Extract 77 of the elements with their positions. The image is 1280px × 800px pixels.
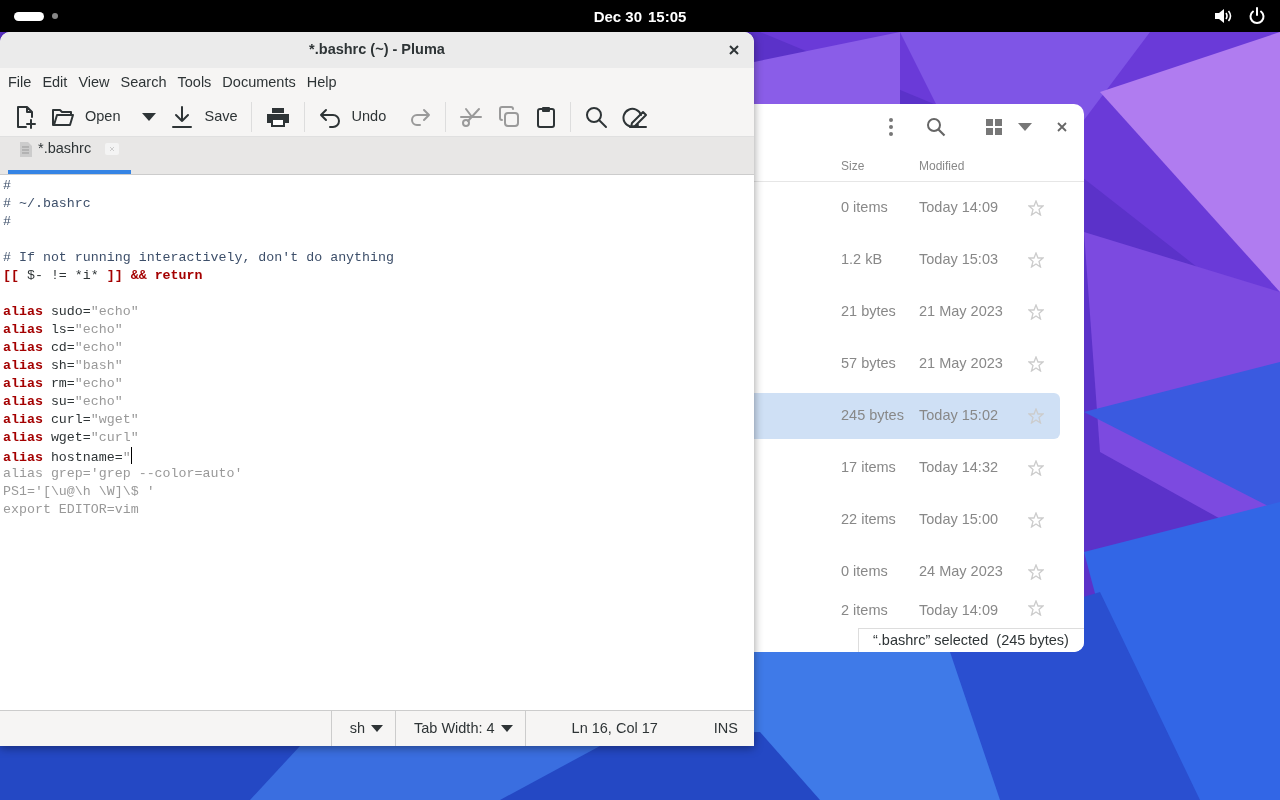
size-text: 17 items: [841, 458, 896, 478]
star-icon[interactable]: [1028, 564, 1044, 580]
code-line: alias curl="wget": [3, 411, 139, 429]
paste-icon: [535, 104, 558, 129]
selection-status: “.bashrc” selected (245 bytes): [858, 628, 1084, 652]
code-line: alias cd="echo": [3, 339, 123, 357]
star-icon[interactable]: [1028, 600, 1044, 616]
clock-text[interactable]: 15:05: [648, 8, 687, 25]
cursor-position: Ln 16, Col 17: [571, 718, 658, 738]
code-line: #: [3, 177, 11, 195]
save-button[interactable]: Save: [163, 100, 245, 133]
code-line: #: [3, 213, 11, 231]
modified-text: Today 15:03: [919, 250, 998, 270]
size-text: 1.2 kB: [841, 250, 883, 270]
size-text: 57 bytes: [841, 354, 896, 374]
tab-width-dropdown[interactable]: Tab Width: 4: [394, 711, 525, 746]
menu-item[interactable]: Tools: [172, 71, 217, 94]
code-line: [[ $- != *i* ]] && return: [3, 267, 203, 285]
column-header[interactable]: Modified: [919, 156, 965, 175]
menu-item[interactable]: Search: [115, 71, 172, 94]
menu-item[interactable]: View: [73, 71, 115, 94]
star-icon[interactable]: [1028, 460, 1044, 476]
size-text: 22 items: [841, 510, 896, 530]
modified-text: 21 May 2023: [919, 302, 1003, 322]
modified-text: Today 15:02: [919, 406, 998, 426]
size-text: 2 items: [841, 601, 888, 620]
code-line: alias hostname=": [3, 447, 132, 465]
modified-text: Today 14:32: [919, 458, 998, 478]
menu-item[interactable]: File: [3, 71, 37, 94]
power-icon[interactable]: [1248, 7, 1266, 25]
code-line: alias sh="bash": [3, 357, 123, 375]
date-text[interactable]: Dec 30: [593, 8, 642, 25]
volume-icon[interactable]: [1214, 8, 1232, 24]
code-line: export EDITOR=vim: [3, 501, 139, 519]
code-line: alias su="echo": [3, 393, 123, 411]
star-icon[interactable]: [1028, 200, 1044, 216]
modified-text: 21 May 2023: [919, 354, 1003, 374]
file-icon: [20, 141, 32, 157]
undo-button[interactable]: Undo: [310, 100, 394, 133]
star-icon[interactable]: [1028, 304, 1044, 320]
dropdown-icon: [142, 112, 157, 121]
code-line: # If not running interactively, don't do anything: [3, 249, 394, 267]
copy-icon: [497, 104, 522, 129]
column-header[interactable]: Size: [841, 156, 865, 175]
window-title: *.bashrc (~) - Pluma: [309, 40, 445, 60]
modified-text: Today 15:00: [919, 510, 998, 530]
star-icon[interactable]: [1028, 512, 1044, 528]
code-line: PS1='[\u@\h \W]\$ ': [3, 483, 155, 501]
code-line: alias sudo="echo": [3, 303, 139, 321]
modified-text: Today 14:09: [919, 601, 998, 620]
modified-text: Today 14:09: [919, 198, 998, 218]
star-icon[interactable]: [1028, 252, 1044, 268]
activities-indicator[interactable]: [14, 11, 44, 21]
insert-mode: INS: [713, 718, 738, 738]
search-icon: [584, 104, 609, 129]
save-icon: [170, 104, 195, 129]
star-icon[interactable]: [1028, 408, 1044, 424]
menu-item[interactable]: Documents: [217, 71, 301, 94]
close-icon: [1056, 121, 1068, 133]
code-line: # ~/.bashrc: [3, 195, 91, 213]
close-icon: [728, 44, 740, 56]
code-line: alias ls="echo": [3, 321, 123, 339]
open-button[interactable]: Open: [44, 100, 128, 133]
menu-item[interactable]: Help: [301, 71, 342, 94]
code-line: alias grep='grep --color=auto': [3, 465, 243, 483]
size-text: 0 items: [841, 562, 888, 582]
size-text: 0 items: [841, 198, 888, 218]
size-text: 21 bytes: [841, 302, 896, 322]
document-tab[interactable]: *.bashrc: [8, 136, 132, 174]
workspace-dot[interactable]: [52, 13, 58, 19]
size-text: 245 bytes: [841, 406, 904, 426]
menu-item[interactable]: Edit: [37, 71, 73, 94]
code-line: alias wget="curl": [3, 429, 139, 447]
star-icon[interactable]: [1028, 356, 1044, 372]
language-dropdown[interactable]: sh: [330, 711, 395, 746]
modified-text: 24 May 2023: [919, 562, 1003, 582]
code-line: alias rm="echo": [3, 375, 123, 393]
